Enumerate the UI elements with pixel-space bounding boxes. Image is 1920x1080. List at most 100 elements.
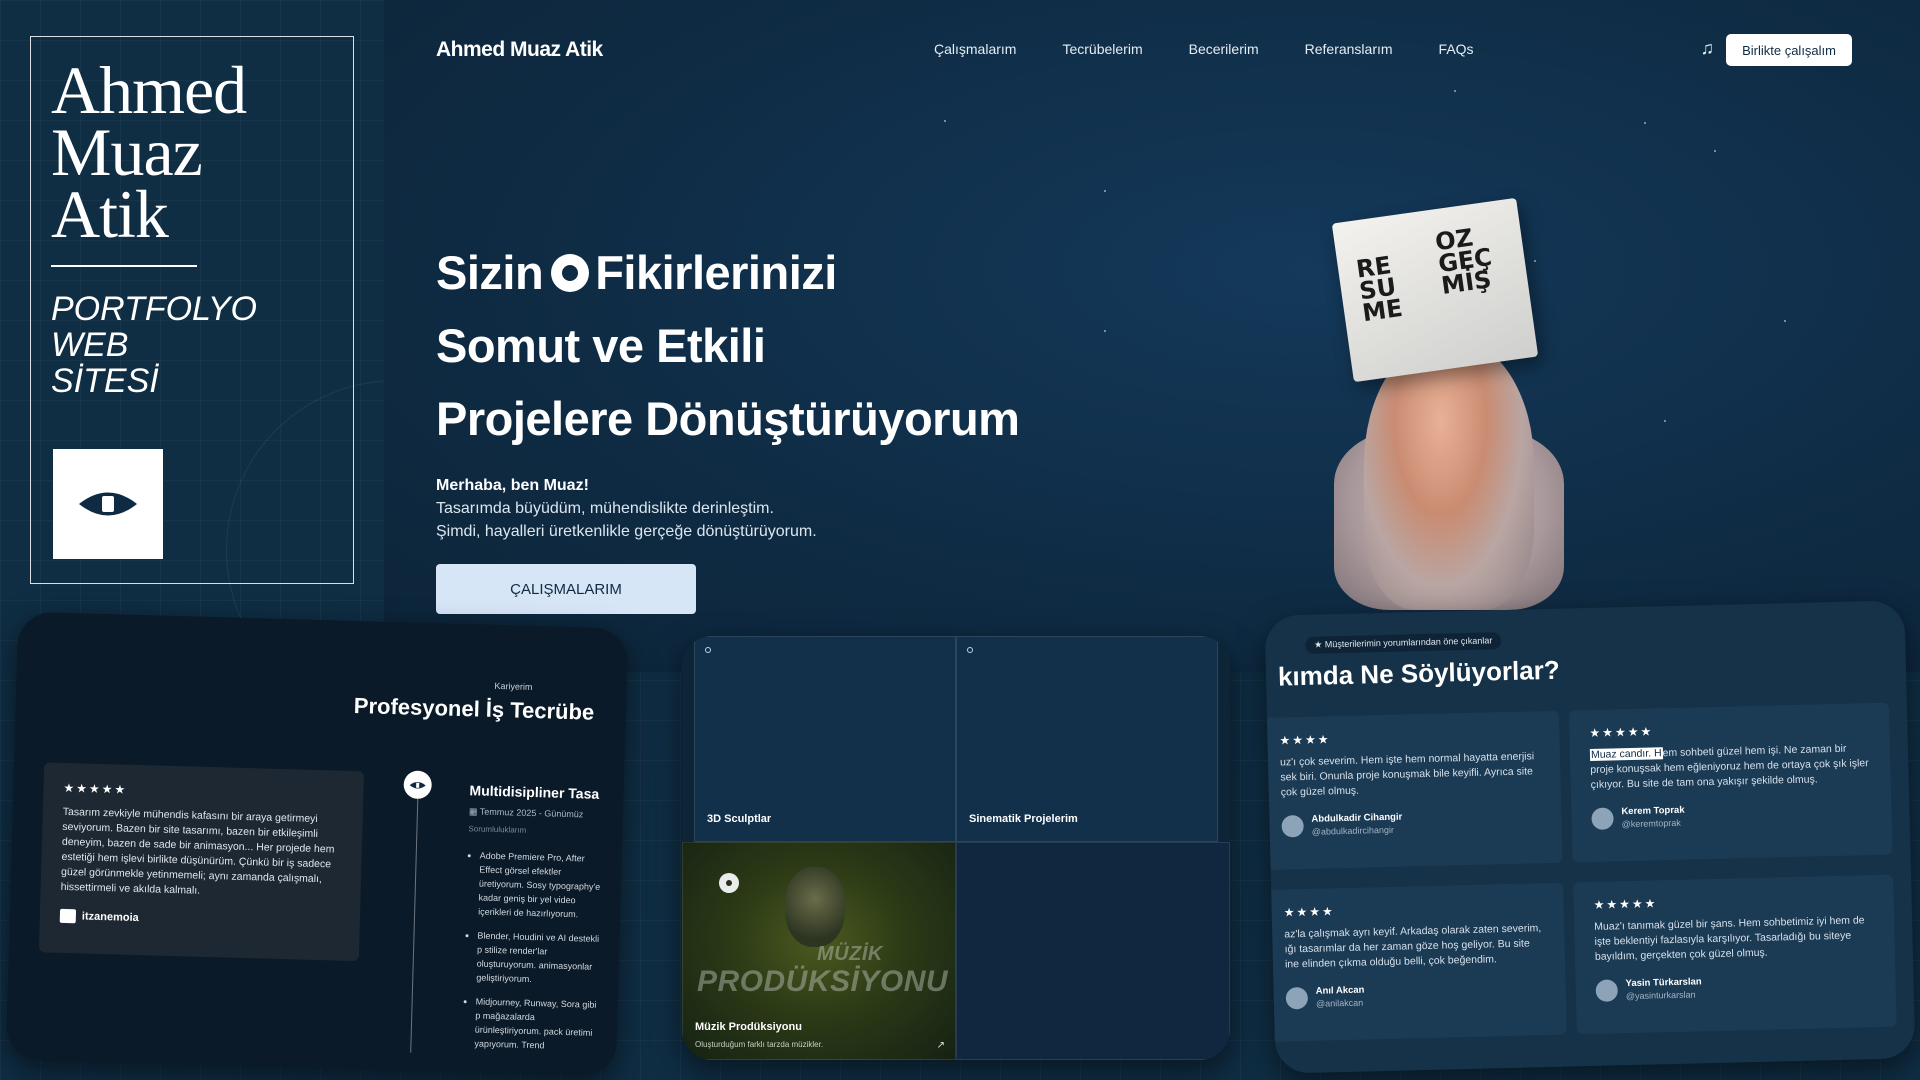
review-author-handle: @abdulkadircihangir xyxy=(1311,824,1395,837)
lightbulb-icon xyxy=(551,253,590,292)
reviews-tag: ★ Müşterilerimin yorumlarından öne çıkan… xyxy=(1305,632,1502,654)
project-cell-sculpts[interactable]: 3D Sculptlar xyxy=(694,636,956,842)
work-together-button[interactable]: Birlikte çalışalım xyxy=(1726,34,1852,66)
review-author-handle: @keremtoprak xyxy=(1621,817,1681,830)
greeting: Merhaba, ben Muaz! xyxy=(436,477,589,494)
selected-text: Muaz candır. H xyxy=(1589,747,1663,761)
experience-title: Profesyonel İş Tecrübe xyxy=(353,692,595,725)
review-card: ★★★★ uz'ı çok severim. Hem işte hem norm… xyxy=(1264,710,1563,871)
role-bullet: Blender, Houdini ve AI destekli p stiliz… xyxy=(476,929,606,989)
brand-logo[interactable]: Ahmed Muaz Atik xyxy=(436,38,603,62)
review-text: Muaz'ı tanımak güzel bir şans. Hem sohbe… xyxy=(1594,914,1865,963)
headline-part-1: Sizin xyxy=(436,246,544,299)
review-card: ★★★★★ Muaz'ı tanımak güzel bir şans. Hem… xyxy=(1573,874,1897,1035)
review-text: uz'ı çok severim. Hem işte hem normal ha… xyxy=(1279,750,1535,799)
eye-logo-icon xyxy=(59,908,77,924)
works-button[interactable]: ÇALIŞMALARIM xyxy=(436,564,696,614)
review-author: Abdulkadir Cihangir @abdulkadircihangir xyxy=(1281,808,1542,838)
music-note-icon[interactable]: ♫ xyxy=(1701,38,1715,59)
role-title: Multidisipliner Tasa xyxy=(469,782,600,802)
star xyxy=(1664,420,1666,422)
review-stars: ★★★★ xyxy=(1283,904,1335,920)
title-card: Ahmed Muaz Atik PORTFOLYO WEB SİTESİ xyxy=(30,36,354,584)
avatar xyxy=(1281,814,1304,838)
quote-author: itzanemoia xyxy=(59,908,340,931)
quote-box: ★★★★★ Tasarım zevkiyle mühendis kafasını… xyxy=(38,762,365,962)
intro-line-2: Şimdi, hayalleri üretkenlikle gerçeğe dö… xyxy=(436,523,817,540)
avatar xyxy=(1285,986,1309,1010)
timeline-line xyxy=(410,782,419,1053)
intro-line-1: Tasarımda büyüdüm, mühendislikte derinle… xyxy=(436,500,774,517)
reviews-card: ★ Müşterilerimin yorumlarından öne çıkan… xyxy=(1264,600,1916,1074)
review-card: ★★★★★ Muaz candır. Hem sohbeti güzel hem… xyxy=(1568,702,1893,863)
review-author: Anıl Akcan @anilakcan xyxy=(1285,980,1547,1010)
project-label-sculpts: 3D Sculptlar xyxy=(707,813,772,825)
cell-dot xyxy=(967,647,973,653)
nav-link-experience[interactable]: Tecrübelerim xyxy=(1062,41,1142,57)
career-tag: Kariyerim xyxy=(494,680,533,692)
title-name-2: Muaz xyxy=(51,114,203,190)
review-author-handle: @anilakcan xyxy=(1315,997,1364,1009)
review-author: Yasin Türkarslan @yasinturkarslan xyxy=(1595,972,1876,1003)
nav-link-references[interactable]: Referanslarım xyxy=(1305,41,1393,57)
review-card: ★★★★ az'la çalışmak ayrı keyif. Arkadaş … xyxy=(1264,882,1567,1042)
star xyxy=(1714,150,1716,152)
review-stars: ★★★★ xyxy=(1279,732,1331,748)
timeline-eye-icon xyxy=(403,770,433,800)
nav-links: Çalışmalarım Tecrübelerim Becerilerim Re… xyxy=(934,41,1474,57)
project-label-cinematic: Sinematik Projelerim xyxy=(969,813,1078,825)
review-author: Kerem Toprak @keremtoprak xyxy=(1591,800,1872,831)
quote-text: Tasarım zevkiyle mühendis kafasını bir a… xyxy=(60,805,335,897)
review-stars: ★★★★★ xyxy=(1593,896,1658,912)
review-text: az'la çalışmak ayrı keyif. Arkadaş olara… xyxy=(1284,922,1542,971)
review-author-handle: @yasinturkarslan xyxy=(1625,989,1696,1002)
logo-box xyxy=(53,449,163,559)
headline-part-2: Fikirlerinizi xyxy=(595,246,837,299)
top-nav: Ahmed Muaz Atik Çalışmalarım Tecrübeleri… xyxy=(436,34,1852,70)
role-bullets: Adobe Premiere Pro, After Effect görsel … xyxy=(462,848,608,1064)
star xyxy=(944,120,946,122)
project-label-music: Müzik Prodüksiyonu xyxy=(695,1021,802,1033)
hero-window: Ahmed Muaz Atik Çalışmalarım Tecrübeleri… xyxy=(384,0,1920,672)
role-bullet: Midjourney, Runway, Sora gibi p mağazala… xyxy=(474,994,604,1054)
role-date: ▦ Temmuz 2025 - Günümüz xyxy=(468,806,584,820)
review-text: Muaz candır. Hem sohbeti güzel hem işi. … xyxy=(1589,742,1869,791)
project-cell-music[interactable]: MÜZİK PRODÜKSİYONU Müzik Prodüksiyonu Olu… xyxy=(682,842,956,1060)
nav-link-works[interactable]: Çalışmalarım xyxy=(934,41,1016,57)
review-stars: ★★★★★ xyxy=(1589,724,1654,740)
experience-card: Kariyerim Profesyonel İş Tecrübe ★★★★★ T… xyxy=(5,611,629,1077)
reviews-title: kımda Ne Söylüyorlar? xyxy=(1277,654,1561,692)
role-responsibilities-label: Sorumluluklarım xyxy=(468,824,527,835)
avatar xyxy=(1595,979,1619,1002)
projects-card: 3D Sculptlar Sinematik Projelerim MÜZİK P… xyxy=(682,636,1230,1060)
play-icon[interactable] xyxy=(719,873,739,893)
headline-line-3: Projelere Dönüştürüyorum xyxy=(436,392,1020,445)
resume-word-3: ME xyxy=(1360,293,1405,328)
star xyxy=(1644,122,1646,124)
eye-icon xyxy=(79,492,137,516)
stage: Ahmed Muaz Atik PORTFOLYO WEB SİTESİ Ahm… xyxy=(0,0,1920,1080)
subtitle-2: WEB xyxy=(51,326,129,364)
role-bullet: Adobe Premiere Pro, After Effect görsel … xyxy=(478,849,608,923)
star xyxy=(1104,190,1106,192)
star xyxy=(1454,90,1456,92)
subtitle-1: PORTFOLYO xyxy=(51,290,257,328)
hero-3d-figure: RE SU ME OZ GEÇ MİŞ xyxy=(1324,197,1584,640)
music-watermark: MÜZİK PRODÜKSİYONU xyxy=(697,943,949,998)
star xyxy=(1784,320,1786,322)
headline-line-1: Sizin Fikirlerinizi xyxy=(436,236,1019,309)
project-cell-cinematic[interactable]: Sinematik Projelerim xyxy=(956,636,1218,842)
quote-stars: ★★★★★ xyxy=(63,780,128,797)
hero-intro: Merhaba, ben Muaz! Tasarımda büyüdüm, mü… xyxy=(436,474,817,543)
quote-author-name: itzanemoia xyxy=(81,910,139,925)
ghost-figure-image xyxy=(785,867,845,947)
nav-link-skills[interactable]: Becerilerim xyxy=(1189,41,1259,57)
nav-link-faqs[interactable]: FAQs xyxy=(1439,41,1474,57)
resume-box: RE SU ME OZ GEÇ MİŞ xyxy=(1331,197,1539,383)
title-name-3: Atik xyxy=(51,176,169,252)
title-name-1: Ahmed xyxy=(51,52,247,128)
subtitle-3: SİTESİ xyxy=(51,362,159,400)
external-link-icon[interactable]: ↗ xyxy=(937,1040,945,1051)
star xyxy=(1104,330,1106,332)
project-cell-empty xyxy=(956,842,1230,1060)
